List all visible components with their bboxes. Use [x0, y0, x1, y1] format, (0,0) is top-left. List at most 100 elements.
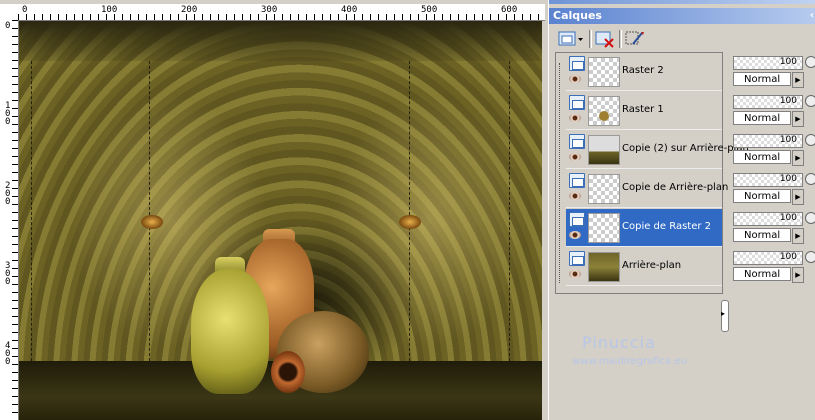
layer-list: Raster 2 Raster 1 Copie (2) sur Arrière-… — [555, 52, 749, 294]
panel-splitter-handle[interactable] — [721, 300, 729, 332]
eye-icon[interactable] — [569, 270, 581, 278]
layer-thumbnail — [588, 174, 620, 204]
edit-mask-icon — [625, 31, 644, 45]
opacity-slider[interactable]: 100 — [733, 134, 803, 148]
raster-layer-icon — [569, 95, 585, 110]
lock-icon[interactable] — [805, 134, 815, 146]
opacity-value: 100 — [779, 96, 797, 106]
dropdown-arrow-icon[interactable]: ▶ — [792, 189, 804, 205]
green-vase — [191, 269, 269, 394]
layer-row-copie-de-raster-2[interactable]: Copie de Raster 2 — [566, 209, 722, 247]
layer-thumbnail — [588, 213, 620, 243]
layer-thumbnail — [588, 252, 620, 282]
ruler-label: 600 — [501, 5, 518, 15]
lock-icon[interactable] — [805, 251, 815, 263]
palette-title: Calques — [553, 9, 602, 22]
new-layer-button[interactable] — [555, 28, 587, 50]
opacity-slider[interactable]: 100 — [733, 56, 803, 70]
delete-layer-button[interactable] — [593, 28, 617, 50]
watermark-title: Pinuccia — [582, 333, 656, 352]
blend-mode-select[interactable]: Normal — [733, 150, 791, 164]
image-editor: 0 100 200 300 400 500 600 0 100 200 300 … — [0, 0, 545, 420]
layer-row-raster-1[interactable]: Raster 1 — [566, 92, 722, 130]
ruler-label: 0 — [5, 21, 11, 31]
ruler-label: 0 — [22, 5, 28, 15]
ruler-ticks — [18, 14, 545, 20]
layer-name: Raster 1 — [622, 104, 664, 115]
pin-icon[interactable]: ‹ — [810, 8, 814, 24]
opacity-value: 100 — [779, 252, 797, 262]
layer-row-arriere-plan[interactable]: Arrière-plan — [566, 248, 722, 286]
watermark-url: www.maidiregrafica.eu — [572, 356, 687, 367]
opacity-value: 100 — [779, 57, 797, 67]
ruler-label: 300 — [5, 261, 11, 287]
opacity-value: 100 — [779, 213, 797, 223]
dropdown-arrow-icon[interactable]: ▶ — [792, 267, 804, 283]
layer-row-copie-de-arriere-plan[interactable]: Copie de Arrière-plan — [566, 170, 728, 208]
layer-properties-row: 100 Normal ▶ — [730, 247, 815, 286]
opacity-value: 100 — [779, 174, 797, 184]
layer-properties-row: 100 Normal ▶ — [730, 52, 815, 91]
image-canvas[interactable] — [19, 21, 542, 420]
lock-icon[interactable] — [805, 212, 815, 224]
opacity-slider[interactable]: 100 — [733, 173, 803, 187]
canvas-top-frame — [19, 21, 542, 61]
ruler-label: 400 — [341, 5, 358, 15]
raster-layer-icon — [569, 134, 585, 149]
opacity-slider[interactable]: 100 — [733, 251, 803, 265]
ruler-label: 200 — [181, 5, 198, 15]
delete-layer-icon — [595, 31, 614, 48]
opacity-slider[interactable]: 100 — [733, 212, 803, 226]
guide-line — [149, 61, 150, 361]
glow-spot — [141, 215, 163, 229]
guide-line — [509, 61, 510, 361]
layer-name: Arrière-plan — [622, 260, 682, 271]
lock-icon[interactable] — [805, 56, 815, 68]
layer-row-copie-2-arriere-plan[interactable]: Copie (2) sur Arrière-plan — [566, 131, 749, 169]
layer-properties-row: 100 Normal ▶ — [730, 208, 815, 247]
edit-mask-button[interactable] — [623, 28, 647, 50]
round-vase-mouth — [271, 351, 305, 393]
eye-icon[interactable] — [569, 75, 581, 83]
blend-mode-select[interactable]: Normal — [733, 189, 791, 203]
layer-name: Raster 2 — [622, 65, 664, 76]
raster-layer-icon — [569, 173, 585, 188]
blend-mode-select[interactable]: Normal — [733, 228, 791, 242]
ruler-label: 100 — [101, 5, 118, 15]
raster-layer-icon — [569, 251, 585, 266]
opacity-value: 100 — [779, 135, 797, 145]
layer-thumbnail — [588, 96, 620, 126]
blend-mode-select[interactable]: Normal — [733, 267, 791, 281]
dropdown-arrow-icon[interactable]: ▶ — [792, 72, 804, 88]
ruler-corner — [0, 4, 19, 21]
eye-icon[interactable] — [569, 114, 581, 122]
eye-icon[interactable] — [569, 231, 581, 239]
ruler-label: 100 — [5, 101, 11, 127]
toolbar-separator — [589, 30, 592, 48]
dropdown-arrow-icon[interactable]: ▶ — [792, 150, 804, 166]
layer-thumbnail — [588, 135, 620, 165]
lock-icon[interactable] — [805, 95, 815, 107]
ruler-label: 300 — [261, 5, 278, 15]
blend-mode-select[interactable]: Normal — [733, 72, 791, 86]
tree-line — [559, 63, 560, 283]
eye-icon[interactable] — [569, 192, 581, 200]
dropdown-arrow-icon[interactable]: ▶ — [792, 228, 804, 244]
layer-properties-row: 100 Normal ▶ — [730, 91, 815, 130]
previous-palette-titlebar — [549, 0, 815, 4]
vertical-ruler: 0 100 200 300 400 — [0, 20, 19, 420]
layer-properties: 100 Normal ▶ 100 Normal ▶ 100 Normal ▶ 1… — [730, 52, 815, 292]
layer-name: Copie de Arrière-plan — [622, 182, 729, 193]
layer-properties-row: 100 Normal ▶ — [730, 169, 815, 208]
ruler-label: 400 — [5, 341, 11, 367]
layer-row-raster-2[interactable]: Raster 2 — [566, 53, 722, 91]
blend-mode-select[interactable]: Normal — [733, 111, 791, 125]
raster-layer-icon — [569, 56, 585, 71]
eye-icon[interactable] — [569, 153, 581, 161]
lock-icon[interactable] — [805, 173, 815, 185]
layers-titlebar[interactable]: Calques ‹ — [549, 8, 815, 24]
opacity-slider[interactable]: 100 — [733, 95, 803, 109]
horizontal-ruler: 0 100 200 300 400 500 600 — [18, 4, 545, 21]
toolbar-separator — [619, 30, 622, 48]
dropdown-arrow-icon[interactable]: ▶ — [792, 111, 804, 127]
